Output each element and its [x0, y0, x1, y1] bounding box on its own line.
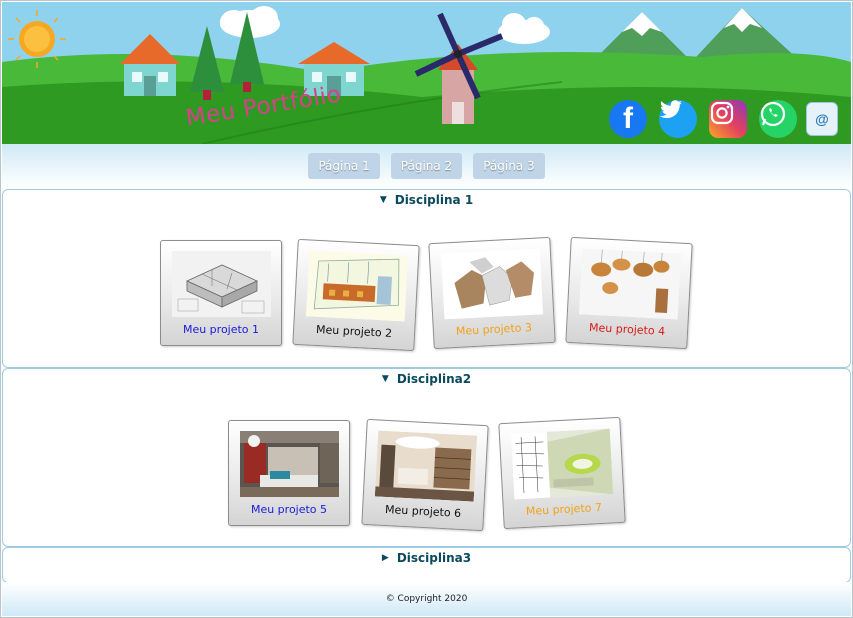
project-label: Meu projeto 1 — [182, 323, 260, 336]
expanded-triangle-icon: ▼ — [379, 195, 387, 205]
project-label: Meu projeto 2 — [315, 322, 393, 340]
copyright-text: © Copyright 2020 — [385, 594, 468, 604]
twitter-icon[interactable] — [659, 100, 697, 138]
project-thumbnail — [240, 431, 339, 497]
project-card-6[interactable]: Meu projeto 6 — [361, 418, 489, 532]
nav-page-3[interactable]: Página 3 — [473, 153, 545, 179]
twitter-bird-glyph — [660, 100, 682, 119]
section-disciplina-2: ▼ Disciplina2 Meu projeto 5 Meu projeto … — [2, 368, 851, 547]
project-label: Meu projeto 5 — [250, 503, 328, 516]
expanded-triangle-icon: ▼ — [381, 374, 389, 384]
collapsed-triangle-icon: ▶ — [381, 553, 389, 563]
project-card-7[interactable]: Meu projeto 7 — [498, 416, 626, 530]
email-icon[interactable]: @ — [806, 102, 838, 136]
section-disciplina-3: ▶ Disciplina3 — [2, 547, 851, 583]
section-title: Disciplina2 — [396, 372, 472, 386]
email-at-glyph: @ — [815, 111, 829, 127]
header-banner: Meu Portfólio f @ — [2, 2, 851, 144]
instagram-camera-glyph — [710, 101, 734, 125]
nav-bar: Página 1 Página 2 Página 3 — [2, 144, 851, 188]
facebook-glyph: f — [623, 102, 633, 135]
project-label: Meu projeto 7 — [525, 500, 603, 518]
instagram-icon[interactable] — [709, 100, 747, 138]
project-thumbnail — [305, 250, 409, 322]
project-thumbnail — [510, 428, 614, 500]
project-label: Meu projeto 3 — [455, 320, 533, 338]
nav-page-2[interactable]: Página 2 — [390, 153, 463, 179]
section-header-disciplina-1[interactable]: ▼ Disciplina 1 — [3, 193, 850, 207]
whatsapp-icon[interactable] — [759, 100, 797, 138]
project-thumbnail — [172, 251, 271, 317]
project-thumbnail — [578, 248, 682, 320]
whatsapp-phone-glyph — [760, 101, 786, 127]
section-title: Disciplina 1 — [394, 193, 474, 207]
project-card-2[interactable]: Meu projeto 2 — [292, 238, 420, 352]
project-card-3[interactable]: Meu projeto 3 — [428, 236, 556, 350]
project-card-5[interactable]: Meu projeto 5 — [228, 420, 350, 526]
section-header-disciplina-2[interactable]: ▼ Disciplina2 — [3, 372, 850, 386]
section-title: Disciplina3 — [396, 551, 472, 565]
facebook-icon[interactable]: f — [609, 100, 647, 138]
project-label: Meu projeto 4 — [588, 320, 666, 338]
project-thumbnail — [374, 430, 478, 502]
nav-page-1[interactable]: Página 1 — [308, 153, 380, 179]
project-card-4[interactable]: Meu projeto 4 — [565, 236, 693, 350]
footer: © Copyright 2020 — [2, 582, 851, 616]
project-thumbnail — [440, 248, 544, 320]
project-label: Meu projeto 6 — [384, 502, 462, 520]
section-disciplina-1: ▼ Disciplina 1 Meu projeto 1 Meu projeto… — [2, 189, 851, 368]
section-header-disciplina-3[interactable]: ▶ Disciplina3 — [3, 551, 850, 565]
project-card-1[interactable]: Meu projeto 1 — [160, 240, 282, 346]
